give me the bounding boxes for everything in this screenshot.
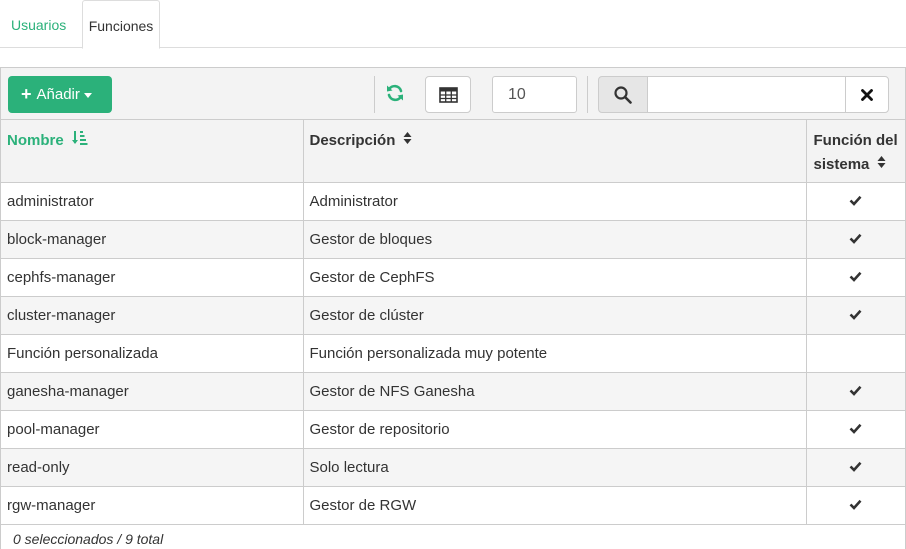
sort-ascending-icon <box>71 129 88 153</box>
sort-icon <box>877 153 886 177</box>
page-size-input[interactable]: 10 <box>492 76 577 113</box>
system-role-cell <box>806 372 905 411</box>
table-header-row: Nombre Descripción Función del sistema <box>1 120 905 183</box>
role-name-cell: read-only <box>1 448 304 487</box>
table-row[interactable]: rgw-manager Gestor de RGW <box>1 486 905 525</box>
tab-usuarios[interactable]: Usuarios <box>0 0 77 48</box>
check-icon <box>849 233 862 244</box>
system-role-cell <box>806 296 905 335</box>
system-role-cell <box>806 486 905 525</box>
table-row[interactable]: Función personalizada Función personaliza… <box>1 334 905 373</box>
columns-toggle-button[interactable] <box>425 76 471 113</box>
toolbar-divider <box>374 76 375 113</box>
roles-table: Nombre Descripción Función del sistema a… <box>1 120 905 525</box>
system-role-cell <box>806 220 905 259</box>
plus-icon: + <box>21 84 32 104</box>
table-row[interactable]: administrator Administrator <box>1 182 905 221</box>
clear-search-button[interactable] <box>845 76 889 113</box>
role-description-cell: Gestor de clúster <box>303 296 807 335</box>
role-description-cell: Función personalizada muy potente <box>303 334 807 373</box>
system-role-cell <box>806 182 905 221</box>
role-description-cell: Gestor de CephFS <box>303 258 807 297</box>
table-row[interactable]: cephfs-manager Gestor de CephFS <box>1 258 905 297</box>
roles-table-panel: + Añadir 10 Nombre Descripción Función d… <box>0 67 906 549</box>
role-name-cell: block-manager <box>1 220 304 259</box>
role-name-cell: Función personalizada <box>1 334 304 373</box>
role-description-cell: Solo lectura <box>303 448 807 487</box>
column-header-label: Descripción <box>309 132 396 149</box>
table-row[interactable]: block-manager Gestor de bloques <box>1 220 905 259</box>
table-row[interactable]: pool-manager Gestor de repositorio <box>1 410 905 449</box>
system-role-cell <box>806 448 905 487</box>
search-icon <box>614 86 632 104</box>
role-description-cell: Gestor de bloques <box>303 220 807 259</box>
system-role-cell <box>806 334 905 373</box>
table-footer-summary: 0 seleccionados / 9 total <box>13 531 164 547</box>
table-columns-icon <box>439 87 458 103</box>
column-header-descripcion[interactable]: Descripción <box>303 120 807 183</box>
caret-down-icon <box>83 92 92 98</box>
check-icon <box>849 309 862 320</box>
check-icon <box>849 461 862 472</box>
search-input[interactable] <box>647 76 846 113</box>
table-row[interactable]: ganesha-manager Gestor de NFS Ganesha <box>1 372 905 411</box>
sort-icon <box>403 129 412 153</box>
column-header-label: sistema <box>813 156 870 173</box>
system-role-cell <box>806 410 905 449</box>
role-name-cell: cephfs-manager <box>1 258 304 297</box>
column-header-nombre[interactable]: Nombre <box>1 120 304 183</box>
role-description-cell: Gestor de RGW <box>303 486 807 525</box>
column-header-label: Nombre <box>7 132 64 149</box>
close-icon <box>861 89 873 101</box>
role-name-cell: ganesha-manager <box>1 372 304 411</box>
column-header-funcion-sistema[interactable]: Función del sistema <box>806 120 905 183</box>
check-icon <box>849 195 862 206</box>
role-description-cell: Administrator <box>303 182 807 221</box>
role-description-cell: Gestor de NFS Ganesha <box>303 372 807 411</box>
add-button[interactable]: + Añadir <box>8 76 112 113</box>
add-button-label: Añadir <box>36 86 80 103</box>
check-icon <box>849 423 862 434</box>
column-header-label: Función del <box>813 132 898 149</box>
role-description-cell: Gestor de repositorio <box>303 410 807 449</box>
check-icon <box>849 499 862 510</box>
tab-funciones[interactable]: Funciones <box>82 0 160 49</box>
table-row[interactable]: read-only Solo lectura <box>1 448 905 487</box>
search-addon <box>598 76 648 113</box>
role-name-cell: administrator <box>1 182 304 221</box>
system-role-cell <box>806 258 905 297</box>
role-name-cell: cluster-manager <box>1 296 304 335</box>
check-icon <box>849 385 862 396</box>
table-toolbar: + Añadir 10 <box>1 68 905 120</box>
toolbar-divider <box>587 76 588 113</box>
refresh-icon[interactable] <box>385 83 405 103</box>
table-row[interactable]: cluster-manager Gestor de clúster <box>1 296 905 335</box>
role-name-cell: pool-manager <box>1 410 304 449</box>
tab-bar: Usuarios Funciones <box>0 0 906 49</box>
role-name-cell: rgw-manager <box>1 486 304 525</box>
check-icon <box>849 271 862 282</box>
